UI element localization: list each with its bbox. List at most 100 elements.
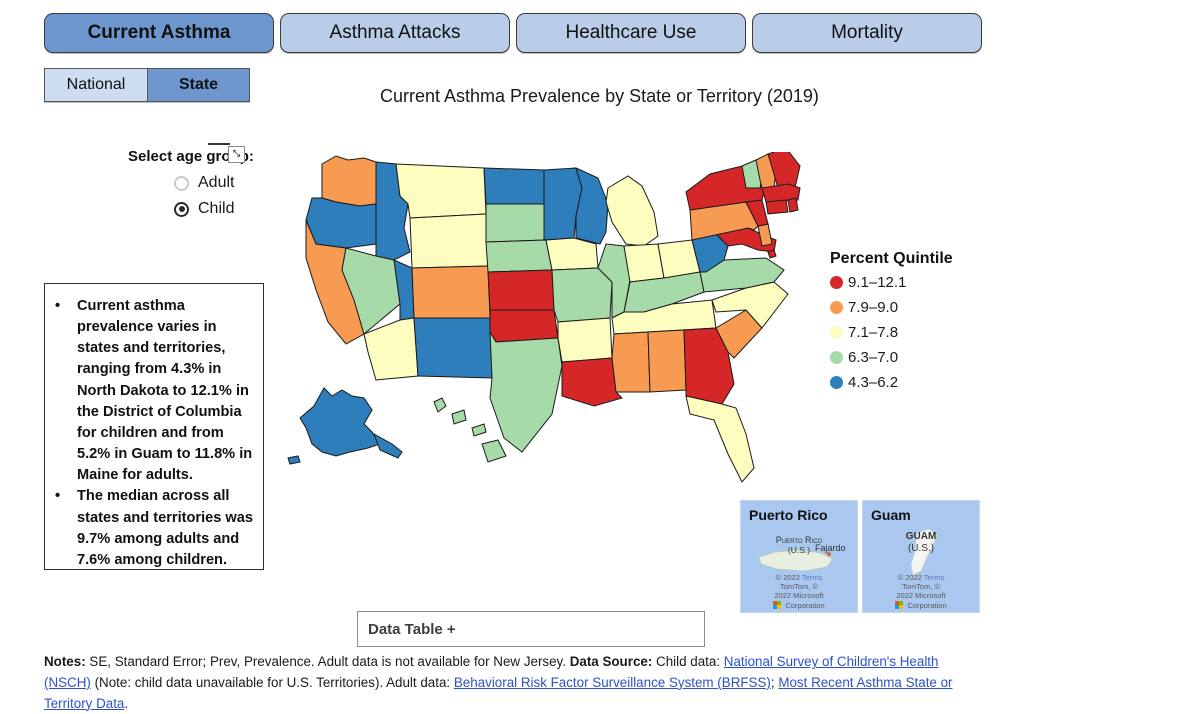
state-WI (575, 167, 609, 245)
expand-icon[interactable]: ⤡ (228, 146, 245, 163)
geography-toggle: National State (44, 68, 250, 102)
legend-item-label: 9.1–12.1 (848, 274, 907, 291)
state-HI-3 (471, 423, 487, 437)
state-AK-isle1 (287, 455, 301, 465)
key-finding-text: Current asthma prevalence varies in stat… (77, 298, 253, 484)
radio-option-child[interactable]: Child (174, 200, 254, 218)
tab-label: Mortality (831, 22, 903, 43)
source-text-4: . (124, 695, 129, 711)
inset-provider-line2: 2022 Microsoft (774, 591, 824, 601)
data-source-label: Data Source: (569, 654, 653, 669)
bullet-icon: • (55, 298, 61, 314)
tab-label: Healthcare Use (565, 22, 697, 43)
state-KS (487, 269, 555, 311)
notes-text: SE, Standard Error; Prev, Prevalence. Ad… (85, 654, 570, 669)
inset-provider-line1: TomTom, © (901, 581, 941, 591)
radio-option-adult[interactable]: Adult (174, 174, 254, 192)
state-NE (485, 239, 553, 273)
inset-place-name: GUAM (905, 531, 937, 542)
geo-toggle-national-label: National (66, 76, 126, 93)
state-AK-panhandle (373, 432, 403, 459)
state-ND (483, 167, 545, 205)
state-DC (767, 249, 777, 259)
age-group-selector: Select age group: ⤡ Adult Child (128, 143, 254, 218)
inset-map-puerto-rico[interactable]: Puerto Rico Puerto Rico (U.S.) Fajardo ©… (740, 500, 858, 613)
legend-item[interactable]: 4.3–6.2 (830, 374, 953, 391)
microsoft-logo-icon (895, 600, 904, 609)
main-tab-bar: Current Asthma Asthma Attacks Healthcare… (44, 13, 982, 53)
legend-item-label: 7.1–7.8 (848, 324, 899, 341)
map-svg (287, 152, 801, 483)
radio-icon (174, 175, 189, 191)
tab-mortality[interactable]: Mortality (752, 13, 982, 53)
inset-map-guam[interactable]: Guam GUAM (U.S.) © 2022 Terms TomTom, © … (862, 500, 980, 613)
legend-color-swatch-icon (830, 376, 843, 389)
legend-item-label: 7.9–9.0 (848, 299, 899, 316)
tab-label: Asthma Attacks (329, 22, 461, 43)
inset-title: Guam (871, 507, 911, 523)
state-WY (409, 213, 489, 269)
legend-item[interactable]: 7.9–9.0 (830, 299, 953, 316)
inset-copyright: © 2022 (775, 572, 800, 582)
inset-credit-guam: © 2022 Terms TomTom, © 2022 Microsoft Co… (863, 573, 979, 611)
tab-current-asthma[interactable]: Current Asthma (44, 13, 274, 53)
legend-color-swatch-icon (830, 276, 843, 289)
key-finding-item: • Current asthma prevalence varies in st… (55, 296, 253, 486)
state-CO (411, 265, 491, 319)
inset-provider-line1: TomTom, © (779, 581, 819, 591)
state-HI (433, 397, 447, 413)
legend-color-swatch-icon (830, 326, 843, 339)
legend-item[interactable]: 9.1–12.1 (830, 274, 953, 291)
state-AR (557, 317, 613, 363)
geo-toggle-state-label: State (178, 76, 219, 93)
data-table-toggle[interactable]: Data Table + (357, 611, 705, 647)
chart-title: Current Asthma Prevalence by State or Te… (380, 86, 819, 106)
legend-item[interactable]: 7.1–7.8 (830, 324, 953, 341)
geo-toggle-state[interactable]: State (147, 69, 249, 101)
age-group-label: Select age group: ⤡ (128, 143, 254, 165)
state-MS (611, 331, 651, 393)
inset-provider-line3: Corporation (785, 600, 825, 610)
map-legend: Percent Quintile 9.1–12.1 7.9–9.0 7.1–7.… (830, 250, 953, 399)
state-HI-4 (481, 439, 507, 463)
geo-toggle-national[interactable]: National (45, 69, 147, 101)
source-text-2: (Note: child data unavailable for U.S. T… (90, 674, 454, 690)
us-choropleth-map[interactable] (276, 152, 836, 502)
legend-item-label: 4.3–6.2 (848, 374, 899, 391)
tab-healthcare-use[interactable]: Healthcare Use (516, 13, 746, 53)
legend-item[interactable]: 6.3–7.0 (830, 349, 953, 366)
inset-terms-link[interactable]: Terms (924, 573, 944, 582)
state-HI-2 (451, 409, 467, 425)
legend-title: Percent Quintile (830, 250, 953, 267)
tab-label: Current Asthma (87, 22, 231, 43)
states-layer (287, 152, 801, 483)
inset-city-label: Fajardo (815, 543, 846, 553)
legend-color-swatch-icon (830, 351, 843, 364)
state-TX (489, 331, 563, 453)
tab-asthma-attacks[interactable]: Asthma Attacks (280, 13, 510, 53)
state-AL (647, 329, 687, 393)
state-RI (787, 197, 799, 213)
microsoft-logo-icon (773, 600, 782, 609)
inset-credit-puerto-rico: © 2022 Terms TomTom, © 2022 Microsoft Co… (741, 573, 857, 611)
state-IN (623, 243, 665, 283)
source-text-1: Child data: (652, 654, 724, 669)
state-WA (321, 155, 377, 207)
key-findings-box: • Current asthma prevalence varies in st… (44, 283, 264, 570)
bullet-icon: • (55, 488, 61, 505)
radio-option-child-label: Child (198, 200, 235, 217)
legend-item-label: 6.3–7.0 (848, 349, 899, 366)
inset-terms-link[interactable]: Terms (802, 573, 822, 582)
link-brfss[interactable]: Behavioral Risk Factor Surveillance Syst… (454, 675, 771, 690)
state-SD (485, 203, 547, 243)
state-FL (685, 395, 755, 483)
notes-label: Notes: (44, 654, 86, 669)
state-MT (395, 163, 487, 219)
state-CT (765, 199, 789, 215)
radio-option-adult-label: Adult (198, 174, 235, 191)
inset-place-sub: (U.S.) (787, 545, 811, 555)
legend-color-swatch-icon (830, 301, 843, 314)
state-OR (305, 197, 377, 249)
state-MI (605, 175, 659, 247)
state-IA (545, 237, 599, 271)
